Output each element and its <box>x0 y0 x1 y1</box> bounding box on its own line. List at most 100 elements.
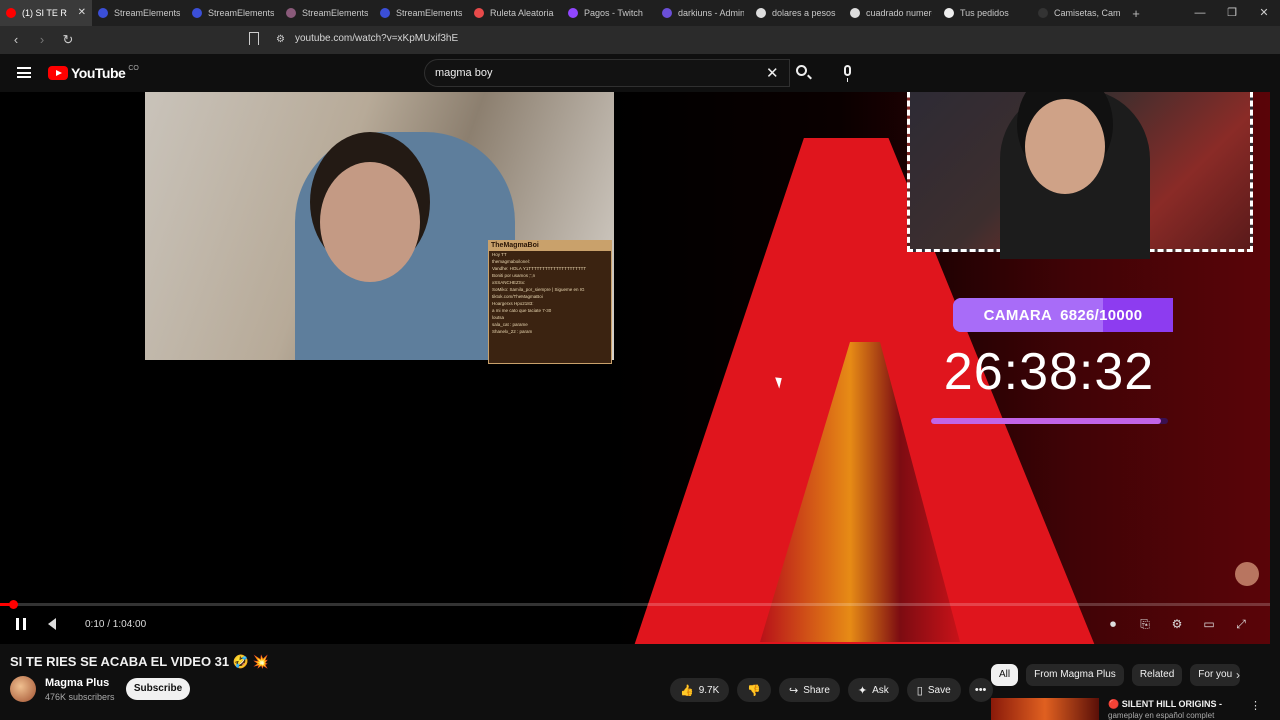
browser-tab[interactable]: Tus pedidos <box>938 0 1032 26</box>
tab-favicon-icon <box>6 8 16 18</box>
camera-goal-bar: CAMARA 6826/10000 <box>953 298 1173 332</box>
browser-tab[interactable]: darkiuns - Admin <box>656 0 750 26</box>
dislike-button[interactable]: 👎 <box>737 678 771 702</box>
recommended-title-text: SILENT HILL ORIGINS - <box>1121 699 1223 709</box>
tab-label: StreamElements <box>396 8 462 18</box>
channel-name[interactable]: Magma Plus <box>45 677 109 689</box>
filter-chip[interactable]: From Magma Plus <box>1026 664 1124 686</box>
save-button[interactable]: ▯ Save <box>906 678 961 702</box>
stream-chat-overlay: TheMagmaBoi Hoy TT themagmaboilonel: Vand… <box>488 240 612 364</box>
voice-search-button[interactable] <box>834 59 862 87</box>
recommended-video-title[interactable]: 🔴 SILENT HILL ORIGINS - <box>1108 699 1222 710</box>
chat-line: a mi me cato que taciate 7-30 <box>492 308 552 313</box>
video-title: SI TE RIES SE ACABA EL VIDEO 31 🤣 💥 <box>10 654 269 669</box>
minimize-icon[interactable]: — <box>1184 0 1216 26</box>
search-input[interactable]: magma boy ✕ <box>424 59 790 87</box>
clear-search-icon[interactable]: ✕ <box>766 64 779 82</box>
chevron-right-icon[interactable]: › <box>1236 668 1240 682</box>
channel-avatar[interactable] <box>10 676 36 702</box>
goal-value: 6826/10000 <box>1060 306 1143 324</box>
tab-label: StreamElements <box>114 8 180 18</box>
share-button[interactable]: ↪ Share <box>778 678 840 702</box>
browser-tab[interactable]: (1) SI TE R ✕ <box>0 0 92 26</box>
autoplay-toggle-icon[interactable]: ⏺ <box>1104 616 1122 632</box>
scrubber-handle[interactable] <box>9 600 18 609</box>
more-icon: ••• <box>974 684 987 696</box>
site-info-icon[interactable]: ⚙ <box>276 34 285 45</box>
tab-label: (1) SI TE R <box>22 8 67 18</box>
settings-icon[interactable]: ⚙ <box>1168 616 1186 632</box>
timer-progress-track <box>931 418 1168 424</box>
youtube-play-icon <box>48 66 68 80</box>
subscriber-count: 476K subscribers <box>45 692 115 702</box>
chat-line: tiktok.com/TheMagmaBoi <box>492 294 543 299</box>
forward-icon[interactable]: › <box>32 30 52 50</box>
ask-label: Ask <box>872 684 889 696</box>
goal-label: CAMARA <box>983 306 1053 324</box>
chat-line: loutsa <box>492 315 505 320</box>
ask-button[interactable]: ✦ Ask <box>847 678 899 702</box>
chat-line: themagmaboilonel: <box>492 259 531 264</box>
tab-favicon-icon <box>286 8 296 18</box>
channel-watermark-icon[interactable] <box>1235 562 1259 586</box>
youtube-wordmark: YouTube <box>71 65 126 81</box>
youtube-logo[interactable]: YouTube CO <box>48 65 139 81</box>
recommendation-filter-chips: All From Magma Plus Related For you <box>991 664 1241 686</box>
volume-icon[interactable] <box>48 618 56 630</box>
browser-tab[interactable]: cuadrado numero <box>844 0 938 26</box>
streamer-head <box>320 162 420 282</box>
goal-text: CAMARA 6826/10000 <box>953 298 1173 332</box>
video-actions: 👍 9.7K 👎 ↪ Share ✦ Ask ▯ Save ••• <box>670 678 993 702</box>
search-icon <box>796 65 807 76</box>
close-tab-icon[interactable]: ✕ <box>78 7 86 18</box>
restore-icon[interactable]: ❐ <box>1216 0 1248 26</box>
captions-icon[interactable]: ⎘ <box>1136 616 1154 632</box>
chat-line: xSSANCHEZSx: <box>492 280 526 285</box>
tab-label: darkiuns - Admin <box>678 8 744 18</box>
share-icon: ↪ <box>788 684 799 697</box>
video-progress-bar[interactable] <box>0 600 1270 609</box>
sparkle-icon: ✦ <box>857 684 868 697</box>
fullscreen-icon[interactable]: ⤢ <box>1232 616 1250 632</box>
player-right-controls: ⏺ ⎘ ⚙ ▭ ⤢ <box>1104 616 1250 632</box>
browser-tab[interactable]: dolares a pesos c <box>750 0 844 26</box>
filter-chip[interactable]: All <box>991 664 1019 686</box>
subathon-timer: 26:38:32 <box>943 343 1155 401</box>
browser-tab[interactable]: StreamElements <box>374 0 468 26</box>
browser-tab[interactable]: StreamElements <box>280 0 374 26</box>
filter-chip[interactable]: For you <box>1190 664 1241 686</box>
browser-tab[interactable]: StreamElements <box>186 0 280 26</box>
webcam-overlay <box>907 92 1253 259</box>
recommendation-menu-icon[interactable]: ⋮ <box>1250 699 1261 712</box>
menu-icon[interactable] <box>17 67 31 78</box>
tab-label: StreamElements <box>208 8 274 18</box>
pause-icon[interactable] <box>16 618 26 630</box>
url-text[interactable]: youtube.com/watch?v=xKpMUxif3hE <box>295 33 458 44</box>
like-button[interactable]: 👍 9.7K <box>670 678 730 702</box>
browser-tab[interactable]: Ruleta Aleatoria <box>468 0 562 26</box>
tab-label: Pagos - Twitch <box>584 8 643 18</box>
video-player[interactable]: TheMagmaBoi Hoy TT themagmaboilonel: Vand… <box>0 92 1270 644</box>
search-button[interactable] <box>790 59 816 87</box>
back-icon[interactable]: ‹ <box>6 30 26 50</box>
save-label: Save <box>927 684 951 696</box>
theater-mode-icon[interactable]: ▭ <box>1200 616 1218 632</box>
browser-tab[interactable]: Pagos - Twitch <box>562 0 656 26</box>
filter-chip[interactable]: Related <box>1131 664 1183 686</box>
more-actions-button[interactable]: ••• <box>968 678 993 702</box>
tab-label: cuadrado numero <box>866 8 932 18</box>
subscribe-button[interactable]: Subscribe <box>126 678 190 700</box>
reload-icon[interactable]: ↻ <box>58 30 78 50</box>
like-count: 9.7K <box>698 684 720 696</box>
chat-line: Hoargerxs Hpo2183: <box>492 301 534 306</box>
recommended-video-subtitle: gameplay en español complet <box>1108 711 1215 720</box>
new-tab-icon[interactable]: + <box>1126 6 1146 21</box>
browser-tab[interactable]: StreamElements <box>92 0 186 26</box>
bookmark-icon[interactable] <box>249 32 259 45</box>
chat-line: SoMiko: Samila_por_siempre | Sigueme en … <box>492 287 585 292</box>
browser-tab[interactable]: Camisetas, Cami <box>1032 0 1126 26</box>
close-window-icon[interactable]: ✕ <box>1248 0 1280 26</box>
recommended-video-thumbnail[interactable] <box>991 698 1099 720</box>
tab-favicon-icon <box>380 8 390 18</box>
tab-favicon-icon <box>568 8 578 18</box>
